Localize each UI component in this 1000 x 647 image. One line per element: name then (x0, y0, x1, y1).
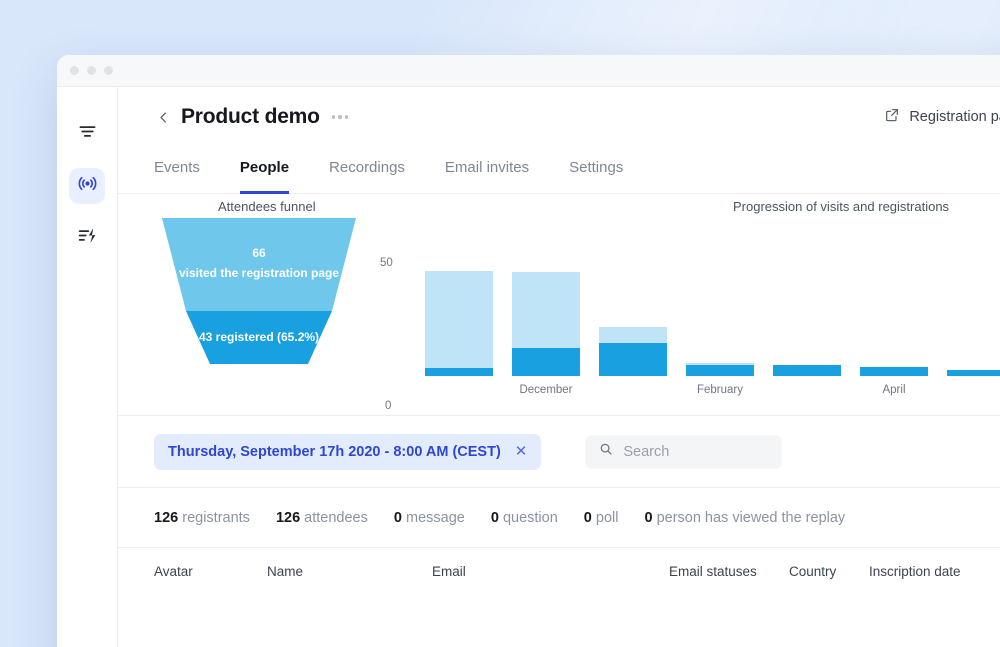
stat-attendees-value: 126 (275, 509, 301, 526)
bar-april[interactable]: April (860, 367, 928, 396)
column-header-email-statuses[interactable]: Email statuses (669, 564, 789, 579)
column-header-country[interactable]: Country (789, 564, 869, 579)
registration-page-link[interactable]: Registration page (884, 107, 1000, 127)
sidebar-item-filter[interactable] (69, 116, 105, 152)
date-filter-label: Thursday, September 17h 2020 - 8:00 AM (… (168, 443, 501, 460)
bar-segment-registrations (599, 343, 667, 376)
funnel-chart-title: Attendees funnel (218, 199, 316, 214)
broadcast-icon (77, 173, 98, 199)
funnel-svg (162, 218, 356, 364)
column-header-avatar[interactable]: Avatar (154, 564, 267, 579)
attendees-funnel-chart: 66 visited the registration page 43 regi… (162, 218, 356, 369)
bar-december[interactable]: December (512, 272, 580, 396)
bar-november[interactable] (425, 271, 493, 376)
tab-recordings[interactable]: Recordings (329, 148, 405, 194)
stat-questions: 0 question (491, 510, 558, 526)
chevron-left-icon[interactable] (154, 108, 172, 126)
stat-attendees-label: attendees (304, 509, 368, 526)
tab-settings[interactable]: Settings (569, 148, 623, 194)
stat-registrants-label: registrants (182, 509, 250, 526)
bar-segment-visits (599, 327, 667, 343)
registration-page-label: Registration page (909, 109, 1000, 125)
search-input[interactable] (623, 443, 769, 460)
stat-replay-views-value: 0 (644, 509, 653, 526)
column-header-inscription-date[interactable]: Inscription date (869, 564, 961, 579)
filter-icon (77, 121, 98, 147)
bar-segment-visits (512, 272, 580, 348)
stat-questions-label: question (502, 509, 558, 526)
tab-bar: Events People Recordings Email invites S… (118, 147, 1000, 194)
sidebar-item-automation[interactable] (69, 220, 105, 256)
filter-bar: Thursday, September 17h 2020 - 8:00 AM (… (118, 416, 1000, 488)
close-icon[interactable]: ✕ (515, 444, 528, 459)
charts-section: Attendees funnel Progression of visits a… (118, 194, 1000, 416)
stat-replay-views: 0 person has viewed the replay (644, 510, 845, 526)
y-axis-tick-max: 50 (380, 257, 393, 269)
stat-polls-label: poll (595, 509, 619, 526)
window-maximize-button[interactable] (104, 66, 113, 75)
bar-march[interactable] (773, 365, 841, 376)
page-title: Product demo (181, 105, 320, 128)
browser-window: Product demo Registration p Events Peopl… (57, 55, 1000, 647)
people-table-header: Avatar Name Email Email statuses Country… (118, 548, 1000, 579)
bar-segment-registrations (947, 370, 1000, 376)
window-body: Product demo Registration p Events Peopl… (57, 87, 1000, 647)
window-minimize-button[interactable] (87, 66, 96, 75)
column-header-name[interactable]: Name (267, 564, 432, 579)
stat-registrants: 126 registrants (154, 510, 250, 526)
search-icon (599, 442, 613, 461)
window-titlebar (57, 55, 1000, 87)
automation-icon (77, 225, 98, 251)
stat-messages-label: message (405, 509, 465, 526)
screenshot-root: Product demo Registration p Events Peopl… (0, 0, 1000, 647)
sidebar-item-live-events[interactable] (69, 168, 105, 204)
bar-chart-title: Progression of visits and registrations (733, 199, 950, 214)
stats-row: 126 registrants 126 attendees 0 message … (118, 488, 1000, 548)
ellipsis-icon[interactable] (331, 115, 349, 119)
bar-segment-registrations (512, 348, 580, 376)
stat-attendees: 126 attendees (276, 510, 368, 526)
stat-messages-value: 0 (393, 509, 402, 526)
progression-bar-chart: 50 0 December February April (380, 215, 1000, 415)
window-close-button[interactable] (70, 66, 79, 75)
stat-replay-views-label: person has viewed the replay (656, 509, 846, 526)
external-link-icon (884, 107, 900, 127)
x-axis-tick-december: December (519, 384, 573, 396)
stat-registrants-value: 126 (154, 509, 179, 526)
bar-segment-registrations (686, 365, 754, 376)
tab-people[interactable]: People (239, 148, 290, 194)
bar-january[interactable] (599, 327, 667, 376)
bar-segment-registrations (773, 365, 841, 376)
column-header-email[interactable]: Email (432, 564, 669, 579)
stat-polls-value: 0 (583, 509, 592, 526)
y-axis-tick-min: 0 (385, 400, 392, 412)
stat-polls: 0 poll (584, 510, 619, 526)
bar-may[interactable] (947, 370, 1000, 376)
stat-messages: 0 message (394, 510, 465, 526)
bar-february[interactable]: February (686, 363, 754, 396)
stat-questions-value: 0 (490, 509, 499, 526)
page-header: Product demo Registration p (118, 87, 1000, 147)
x-axis-tick-april: April (882, 384, 906, 396)
bar-segment-visits (425, 271, 493, 368)
x-axis-tick-february: February (696, 384, 744, 396)
search-box[interactable] (585, 434, 783, 469)
bar-segment-registrations (425, 368, 493, 376)
main-content: Product demo Registration p Events Peopl… (118, 87, 1000, 647)
app-sidebar (57, 87, 118, 647)
tab-events[interactable]: Events (154, 148, 200, 194)
bar-segment-registrations (860, 367, 928, 376)
tab-email-invites[interactable]: Email invites (445, 148, 529, 194)
funnel-stage-registered (186, 311, 332, 364)
date-filter-chip[interactable]: Thursday, September 17h 2020 - 8:00 AM (… (154, 433, 542, 470)
funnel-stage-visited (162, 218, 356, 311)
